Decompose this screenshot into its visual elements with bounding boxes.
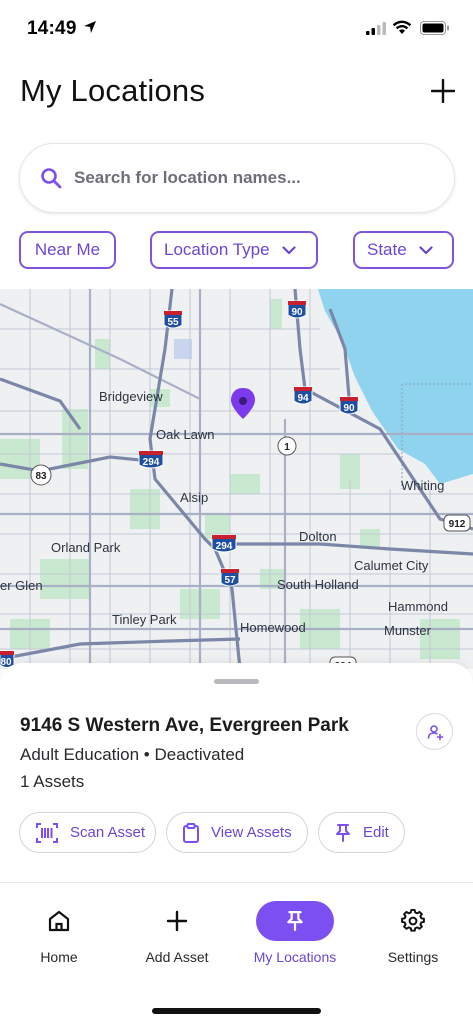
home-icon <box>48 910 70 932</box>
map-label: Orland Park <box>51 540 121 555</box>
action-label: View Assets <box>211 824 292 841</box>
nav-settings[interactable]: Settings <box>363 901 463 965</box>
svg-text:294: 294 <box>143 457 160 468</box>
map-label: er Glen <box>0 578 43 593</box>
route-shield: 912 <box>443 514 471 532</box>
view-assets-button[interactable]: View Assets <box>166 812 308 853</box>
home-indicator[interactable] <box>152 1008 321 1014</box>
add-user-icon <box>427 724 443 740</box>
filter-label: Location Type <box>164 240 270 259</box>
svg-text:294: 294 <box>216 541 233 552</box>
plus-icon <box>431 79 455 103</box>
interstate-shield: 90 <box>339 396 359 415</box>
interstate-shield: 55 <box>163 310 183 329</box>
location-meta: Adult Education • Deactivated <box>20 745 245 764</box>
svg-text:90: 90 <box>291 307 303 318</box>
edit-location-button[interactable]: Edit <box>318 812 405 853</box>
map-label: Hammond <box>388 599 448 614</box>
search-icon <box>41 168 62 189</box>
location-card: 9146 S Western Ave, Evergreen Park Adult… <box>0 663 473 883</box>
wifi-icon <box>392 20 412 34</box>
map-label: South Holland <box>277 577 359 592</box>
map-label: Munster <box>384 623 432 638</box>
interstate-shield: 90 <box>287 300 307 319</box>
svg-text:94: 94 <box>297 393 309 404</box>
add-location-button[interactable] <box>428 76 458 106</box>
svg-text:912: 912 <box>449 519 466 530</box>
location-arrow-icon <box>84 21 96 33</box>
nav-my-locations[interactable]: My Locations <box>245 901 345 965</box>
barcode-scan-icon <box>36 822 58 843</box>
search-input[interactable] <box>74 168 434 188</box>
nav-add-asset[interactable]: Add Asset <box>127 901 227 965</box>
chevron-down-icon <box>419 245 433 254</box>
filter-label: Near Me <box>34 240 101 259</box>
assign-user-button[interactable] <box>416 713 453 750</box>
chevron-down-icon <box>281 245 296 254</box>
interstate-shield: 94 <box>293 386 313 405</box>
map-label: Calumet City <box>354 558 429 573</box>
nav-label: Home <box>40 949 78 965</box>
map-label: Alsip <box>180 490 208 505</box>
map-label: Whiting <box>401 478 444 493</box>
pin-icon <box>336 823 350 842</box>
nav-label: My Locations <box>253 949 337 965</box>
svg-text:55: 55 <box>167 317 179 328</box>
svg-text:83: 83 <box>35 471 47 482</box>
interstate-shield: 57 <box>220 568 240 587</box>
filter-label: State <box>367 240 407 259</box>
search-bar[interactable] <box>19 143 455 213</box>
battery-icon <box>420 21 449 35</box>
status-bar: 14:49 <box>0 0 473 60</box>
pin-icon <box>287 911 303 931</box>
route-shield: 83 <box>30 464 52 486</box>
sheet-grabber[interactable] <box>214 679 259 684</box>
map-label: Dolton <box>299 529 337 544</box>
map-label: Bridgeview <box>99 389 163 404</box>
nav-label: Add Asset <box>145 949 209 965</box>
bottom-navigation: Home Add Asset My Locations Settings <box>0 882 473 1024</box>
cellular-signal-icon <box>366 22 386 35</box>
svg-text:90: 90 <box>343 403 355 414</box>
page-title: My Locations <box>20 73 206 108</box>
svg-text:1: 1 <box>284 442 290 453</box>
filter-state[interactable]: State <box>353 231 454 269</box>
plus-icon <box>166 910 188 932</box>
gear-icon <box>401 909 425 932</box>
status-time: 14:49 <box>27 18 77 39</box>
filter-near-me[interactable]: Near Me <box>19 231 116 269</box>
location-assets-count: 1 Assets <box>20 772 85 791</box>
nav-home[interactable]: Home <box>9 901 109 965</box>
map-label: Oak Lawn <box>156 427 215 442</box>
map-label: Tinley Park <box>112 612 177 627</box>
svg-text:57: 57 <box>224 575 236 586</box>
location-name: 9146 S Western Ave, Evergreen Park <box>20 715 349 736</box>
clipboard-icon <box>183 822 199 843</box>
nav-label: Settings <box>387 949 439 965</box>
scan-asset-button[interactable]: Scan Asset <box>19 812 156 853</box>
route-shield: 1 <box>277 436 297 456</box>
action-label: Edit <box>363 824 389 841</box>
map-view[interactable]: Bridgeview Oak Lawn Alsip Orland Park Do… <box>0 289 473 669</box>
action-label: Scan Asset <box>70 824 146 841</box>
map-label: Homewood <box>240 620 306 635</box>
map-canvas[interactable]: Bridgeview Oak Lawn Alsip Orland Park Do… <box>0 289 473 669</box>
interstate-shield: 294 <box>138 450 164 469</box>
filter-location-type[interactable]: Location Type <box>150 231 318 269</box>
interstate-shield: 294 <box>211 534 237 553</box>
